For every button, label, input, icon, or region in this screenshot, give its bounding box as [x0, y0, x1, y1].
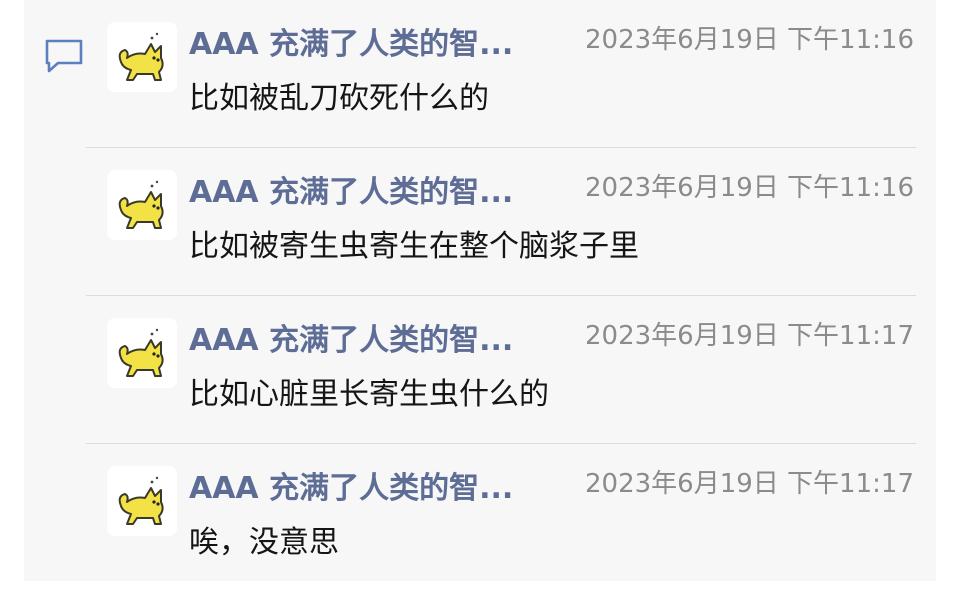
message-timestamp: 2023年6月19日 下午11:17	[585, 469, 914, 499]
message-item: AAA 充满了人类的智... 2023年6月19日 下午11:17 唉，没意思	[0, 444, 960, 592]
message-text: 比如被寄生虫寄生在整个脑浆子里	[189, 229, 639, 264]
message-item: AAA 充满了人类的智... 2023年6月19日 下午11:17 比如心脏里长…	[0, 296, 960, 444]
message-text: 唉，没意思	[189, 525, 339, 560]
yellow-cat-avatar-icon	[107, 22, 177, 92]
avatar[interactable]	[107, 466, 177, 536]
message-timestamp: 2023年6月19日 下午11:16	[585, 25, 914, 55]
sender-name[interactable]: AAA 充满了人类的智...	[189, 175, 513, 211]
message-text: 比如被乱刀砍死什么的	[189, 81, 489, 116]
message-timestamp: 2023年6月19日 下午11:16	[585, 173, 914, 203]
message-item: AAA 充满了人类的智... 2023年6月19日 下午11:16 比如被乱刀砍…	[0, 0, 960, 148]
avatar[interactable]	[107, 318, 177, 388]
message-item: AAA 充满了人类的智... 2023年6月19日 下午11:16 比如被寄生虫…	[0, 148, 960, 296]
yellow-cat-avatar-icon	[107, 318, 177, 388]
avatar[interactable]	[107, 170, 177, 240]
avatar[interactable]	[107, 22, 177, 92]
yellow-cat-avatar-icon	[107, 466, 177, 536]
sender-name[interactable]: AAA 充满了人类的智...	[189, 471, 513, 507]
sender-name[interactable]: AAA 充满了人类的智...	[189, 323, 513, 359]
message-text: 比如心脏里长寄生虫什么的	[189, 377, 549, 412]
yellow-cat-avatar-icon	[107, 170, 177, 240]
message-timestamp: 2023年6月19日 下午11:17	[585, 321, 914, 351]
sender-name[interactable]: AAA 充满了人类的智...	[189, 27, 513, 63]
